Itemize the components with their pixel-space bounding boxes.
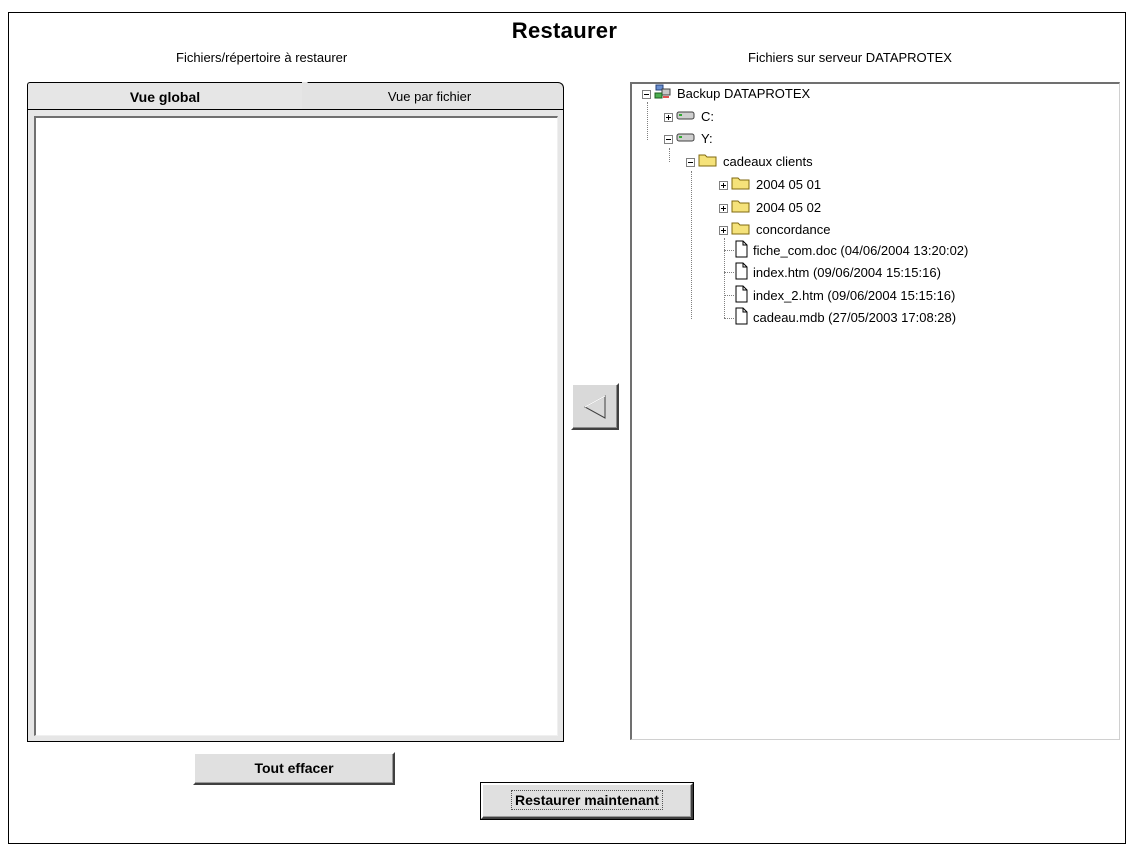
tree-label: C: (701, 109, 714, 124)
tree-node-file[interactable]: cadeau.mdb (27/05/2003 17:08:28) (735, 307, 957, 330)
drive-icon (676, 130, 696, 148)
expand-icon[interactable] (719, 225, 728, 235)
right-panel-heading: Fichiers sur serveur DATAPROTEX (748, 50, 952, 65)
restore-list-panel (27, 109, 564, 742)
tree-connector (724, 272, 734, 273)
drive-icon (676, 108, 696, 126)
tree-connector (724, 238, 725, 318)
folder-icon (698, 152, 718, 172)
tree-label: fiche_com.doc (04/06/2004 13:20:02) (753, 243, 969, 258)
tree-connector (724, 318, 734, 319)
tree-connector (691, 171, 692, 319)
tree-label: 2004 05 01 (756, 177, 822, 192)
tree-node-subfolder[interactable]: 2004 05 01 (719, 176, 821, 194)
tree-label: cadeau.mdb (27/05/2003 17:08:28) (753, 310, 957, 325)
server-tree-panel[interactable]: Backup DATAPROTEX C: Y: cadeaux clients … (630, 82, 1120, 740)
restore-list[interactable] (34, 116, 558, 736)
tree-label: 2004 05 02 (756, 200, 822, 215)
tab-vue-global[interactable]: Vue global (27, 82, 302, 110)
tree-label: Backup DATAPROTEX (677, 86, 811, 101)
tab-vue-par-fichier[interactable]: Vue par fichier (295, 82, 564, 110)
tree-node-file[interactable]: index_2.htm (09/06/2004 15:15:16) (735, 285, 956, 308)
tree-node-file[interactable]: index.htm (09/06/2004 15:15:16) (735, 262, 941, 285)
tree-connector (724, 250, 734, 251)
expand-icon[interactable] (719, 203, 728, 213)
expand-icon[interactable] (719, 180, 728, 190)
server-tree: Backup DATAPROTEX C: Y: cadeaux clients … (632, 84, 1119, 739)
expand-icon[interactable] (664, 112, 673, 122)
tree-connector (724, 295, 734, 296)
tree-node-drive-y[interactable]: Y: (664, 130, 713, 148)
tree-connector (669, 148, 670, 162)
file-icon (735, 307, 748, 330)
folder-icon (731, 198, 751, 218)
folder-icon (731, 175, 751, 195)
clear-all-button[interactable]: Tout effacer (193, 752, 395, 785)
collapse-icon[interactable] (686, 157, 695, 167)
server-icon (654, 84, 672, 105)
tree-node-drive-c[interactable]: C: (664, 108, 714, 126)
tree-label: Y: (701, 131, 713, 146)
restore-now-label: Restaurer maintenant (511, 790, 663, 810)
collapse-icon[interactable] (664, 134, 673, 144)
restore-now-button[interactable]: Restaurer maintenant (480, 782, 694, 820)
file-icon (735, 240, 748, 263)
add-to-restore-button[interactable] (571, 383, 619, 430)
tree-label: index_2.htm (09/06/2004 15:15:16) (753, 288, 956, 303)
collapse-icon[interactable] (642, 89, 651, 99)
tree-label: concordance (756, 222, 831, 237)
folder-icon (731, 220, 751, 240)
tree-node-folder-cadeaux-clients[interactable]: cadeaux clients (686, 153, 813, 171)
tree-node-file[interactable]: fiche_com.doc (04/06/2004 13:20:02) (735, 240, 969, 263)
file-icon (735, 262, 748, 285)
tree-node-root[interactable]: Backup DATAPROTEX (642, 84, 811, 105)
tree-connector (647, 102, 648, 140)
tab-bar: Vue par fichier Vue global (27, 82, 564, 110)
left-panel-heading: Fichiers/répertoire à restaurer (176, 50, 348, 65)
tree-label: cadeaux clients (723, 154, 813, 169)
tree-label: index.htm (09/06/2004 15:15:16) (753, 265, 941, 280)
tree-node-subfolder[interactable]: concordance (719, 221, 830, 239)
file-icon (735, 285, 748, 308)
tree-node-subfolder[interactable]: 2004 05 02 (719, 199, 821, 217)
window-title: Restaurer (511, 18, 618, 43)
